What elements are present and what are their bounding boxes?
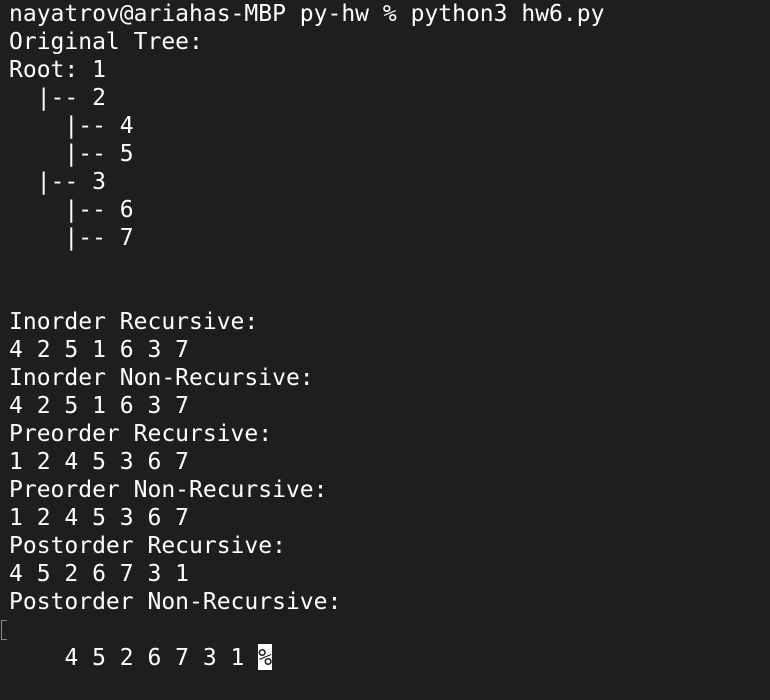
tree-node-line: |-- 4 [9, 113, 134, 139]
traversal-label: Preorder Recursive: [9, 421, 273, 447]
traversal-label: Postorder Recursive: [9, 533, 286, 559]
traversal-result: 4 2 5 1 6 3 7 [9, 337, 190, 363]
tree-title: Original Tree: [9, 29, 203, 55]
traversal-label: Postorder Non-Recursive: [9, 589, 342, 615]
tree-node-line: |-- 5 [9, 141, 134, 167]
traversal-result: 4 5 2 6 7 3 1 [9, 561, 190, 587]
traversal-label: Preorder Non-Recursive: [9, 477, 328, 503]
command-line: nayatrov@ariahas-MBP py-hw % python3 hw6… [9, 1, 605, 27]
tree-node-line: |-- 2 [9, 85, 106, 111]
traversal-result: 4 2 5 1 6 3 7 [9, 393, 190, 419]
tree-node-line: |-- 3 [9, 169, 106, 195]
tree-node-line: |-- 7 [9, 225, 134, 251]
tree-root: Root: 1 [9, 57, 106, 83]
prompt-mark-icon [1, 620, 7, 640]
traversal-label: Inorder Non-Recursive: [9, 365, 314, 391]
final-output-line[interactable]: 4 5 2 6 7 3 1 % [1, 616, 770, 671]
traversal-label: Inorder Recursive: [9, 309, 259, 335]
traversal-result: 4 5 2 6 7 3 1 [64, 645, 259, 671]
traversal-result: 1 2 4 5 3 6 7 [9, 505, 190, 531]
traversal-result: 1 2 4 5 3 6 7 [9, 449, 190, 475]
tree-node-line: |-- 6 [9, 197, 134, 223]
terminal-window[interactable]: nayatrov@ariahas-MBP py-hw % python3 hw6… [0, 0, 770, 671]
